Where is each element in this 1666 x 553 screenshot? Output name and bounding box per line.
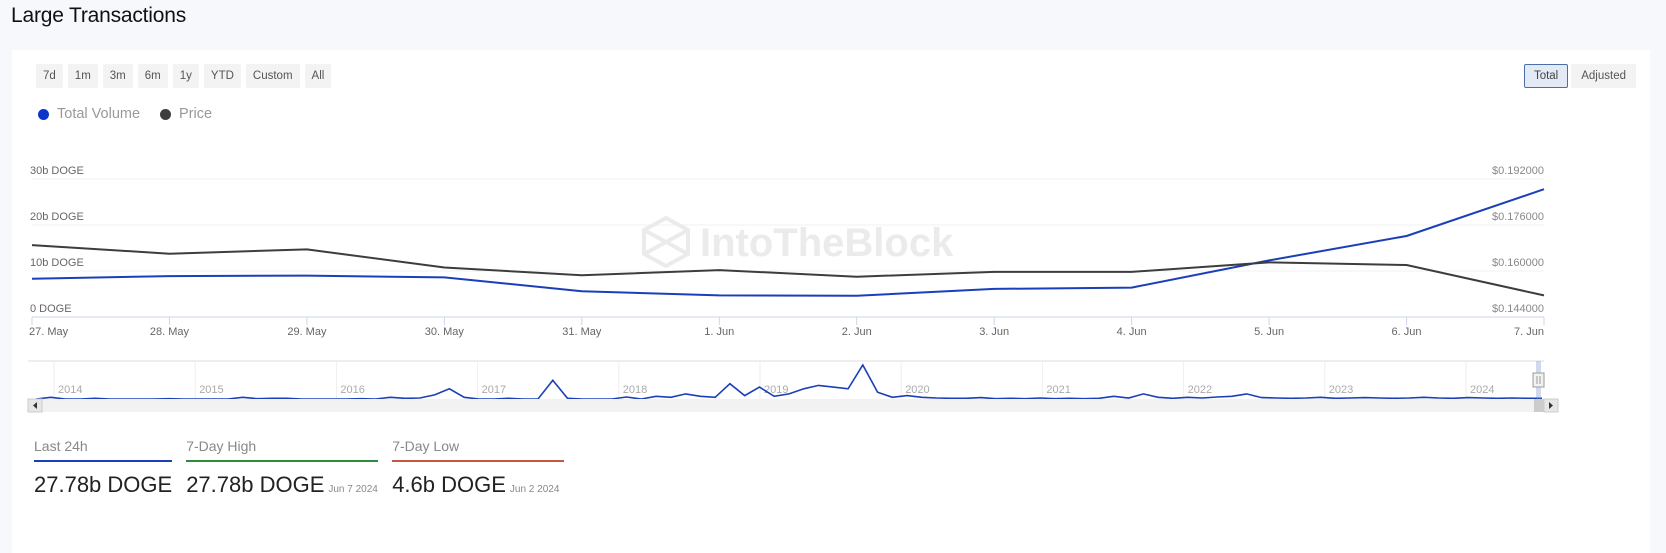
navigator-year-label: 2018: [623, 384, 647, 396]
navigator-year-label: 2023: [1329, 384, 1353, 396]
y-right-tick-label: $0.144000: [1492, 303, 1544, 315]
y-left-tick-label: 30b DOGE: [30, 165, 84, 177]
stat-7day-low: 7-Day Low 4.6b DOGE Jun 2 2024: [392, 438, 565, 498]
stat-value: 27.78b DOGE: [34, 472, 173, 497]
x-tick-label: 7. Jun: [1514, 326, 1544, 338]
y-left-tick-label: 20b DOGE: [30, 211, 84, 223]
navigator-year-label: 2014: [58, 384, 82, 396]
navigator-scrollbar[interactable]: [27, 398, 1559, 413]
y-left-tick-label: 10b DOGE: [30, 257, 84, 269]
scrollbar-track: [28, 399, 1558, 412]
navigator-series-line: [35, 363, 1542, 400]
navigator-handle-icon[interactable]: [1532, 372, 1545, 388]
stat-label: 7-Day Low: [392, 438, 565, 462]
stat-value: 27.78b DOGE: [186, 472, 325, 497]
navigator-year-label: 2024: [1470, 384, 1494, 396]
stat-value: 4.6b DOGE: [392, 472, 506, 497]
stat-date: Jun 7 2024: [328, 484, 378, 495]
chart: IntoTheBlock 0 DOGE 10b DOGE 20b DOGE 30b D…: [27, 165, 1559, 413]
stat-date: Jun 2 2024: [509, 484, 560, 495]
x-tick-label: 5. Jun: [1254, 326, 1284, 338]
y-left-tick-label: 0 DOGE: [30, 303, 72, 315]
x-tick-label: 30. May: [425, 326, 465, 338]
navigator-year-label: 2017: [482, 384, 506, 396]
watermark-text: IntoTheBlock: [700, 221, 954, 265]
x-tick-label: 1. Jun: [704, 326, 734, 338]
chart-card: 7d 1m 3m 6m 1y YTD Custom All Total Adju…: [12, 50, 1650, 553]
x-tick-label: 28. May: [150, 326, 190, 338]
x-tick-label: 6. Jun: [1392, 326, 1422, 338]
stat-label: Last 24h: [34, 438, 172, 462]
navigator-year-label: 2020: [905, 384, 929, 396]
stat-label: 7-Day High: [186, 438, 379, 462]
x-tick-label: 27. May: [29, 326, 69, 338]
x-tick-label: 4. Jun: [1117, 326, 1147, 338]
navigator-year-label: 2016: [340, 384, 364, 396]
navigator-year-label: 2015: [199, 384, 223, 396]
x-tick-label: 3. Jun: [979, 326, 1009, 338]
navigator-year-label: 2022: [1188, 384, 1212, 396]
y-right-tick-label: $0.160000: [1492, 257, 1544, 269]
navigator[interactable]: 2014 2015 2016 2017 2018 2019 2020 2021 2022 2023…: [27, 360, 1559, 413]
navigator-year-label: 2021: [1046, 384, 1070, 396]
stats-row: Last 24h 27.78b DOGE 7-Day High 27.78b D…: [34, 438, 565, 498]
y-right-tick-label: $0.192000: [1492, 165, 1544, 177]
handle-body: [1532, 372, 1545, 388]
x-tick-label: 2. Jun: [842, 326, 872, 338]
x-tick-label: 29. May: [287, 326, 327, 338]
x-tick-label: 31. May: [562, 326, 602, 338]
stat-last-24h: Last 24h 27.78b DOGE: [34, 438, 172, 498]
y-right-tick-label: $0.176000: [1492, 211, 1544, 223]
stat-7day-high: 7-Day High 27.78b DOGE Jun 7 2024: [186, 438, 379, 498]
y-axis-left: 0 DOGE 10b DOGE 20b DOGE 30b DOGE: [30, 165, 84, 315]
y-axis-right: $0.144000 $0.160000 $0.176000 $0.192000: [1492, 165, 1544, 315]
page-title: Large Transactions: [11, 4, 187, 27]
scrollbar-thumb: [1534, 399, 1544, 412]
x-axis: 27. May 28. May 29. May 30. May 31. May 1. Ju…: [29, 317, 1545, 338]
